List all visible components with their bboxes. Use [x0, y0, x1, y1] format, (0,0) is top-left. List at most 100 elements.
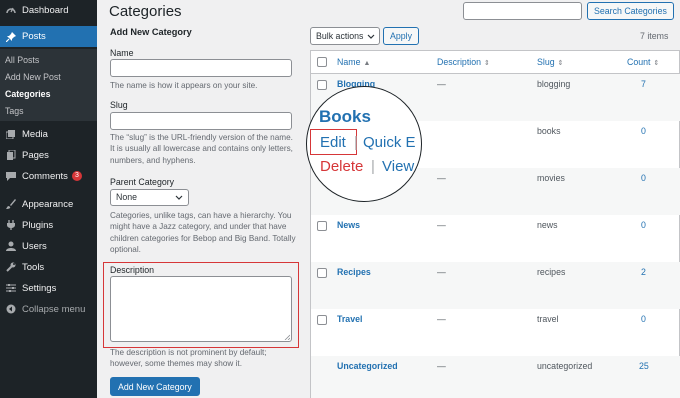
paintbrush-icon	[6, 199, 16, 209]
submenu-add-new-post[interactable]: Add New Post	[5, 72, 61, 82]
wrench-icon	[6, 262, 16, 272]
category-count-link[interactable]: 0	[641, 126, 646, 136]
zoom-magnifier: Books Edit | Quick E Delete | View	[306, 86, 422, 202]
plugin-icon	[6, 220, 16, 230]
parent-category-select[interactable]: None	[110, 189, 189, 206]
category-slug: books	[537, 126, 561, 136]
category-name-link[interactable]: News	[337, 220, 360, 230]
column-description-label: Description	[437, 57, 482, 67]
slug-input[interactable]	[110, 112, 292, 130]
search-categories-button[interactable]: Search Categories	[587, 2, 674, 20]
quick-edit-link[interactable]: Quick E	[363, 134, 416, 151]
menu-appearance-label: Appearance	[22, 198, 74, 210]
name-label: Name	[110, 48, 134, 58]
slug-label: Slug	[110, 100, 128, 110]
menu-users[interactable]: Users	[0, 236, 97, 256]
menu-plugins-label: Plugins	[22, 219, 54, 231]
magnified-category-name[interactable]: Books	[319, 107, 371, 127]
menu-plugins[interactable]: Plugins	[0, 215, 97, 235]
delete-link[interactable]: Delete	[320, 158, 363, 175]
description-help: The description is not prominent by defa…	[110, 348, 267, 369]
column-name-label: Name	[337, 57, 361, 67]
table-row: Uncategorized — uncategorized 25	[311, 356, 680, 398]
apply-button[interactable]: Apply	[383, 27, 420, 45]
parent-category-label: Parent Category	[110, 177, 175, 187]
name-input[interactable]	[110, 59, 292, 77]
description-label: Description	[110, 265, 155, 275]
row-checkbox[interactable]	[317, 315, 327, 325]
menu-pages-label: Pages	[22, 149, 49, 161]
media-icon	[6, 129, 16, 139]
submenu-categories[interactable]: Categories	[5, 89, 50, 99]
category-slug: uncategorized	[537, 361, 593, 371]
edit-link[interactable]: Edit	[320, 134, 346, 151]
page-title: Categories	[109, 3, 182, 20]
column-name-header[interactable]: Name ▲	[337, 57, 370, 67]
slug-help: The “slug” is the URL-friendly version o…	[110, 133, 293, 165]
category-count-link[interactable]: 25	[639, 361, 649, 371]
submenu-all-posts[interactable]: All Posts	[5, 55, 39, 65]
admin-sidebar: Dashboard Posts All Posts Add New Post C…	[0, 0, 97, 398]
settings-icon	[6, 283, 16, 293]
category-count-link[interactable]: 0	[641, 314, 646, 324]
category-description: —	[437, 267, 446, 277]
row-checkbox[interactable]	[317, 268, 327, 278]
menu-pages[interactable]: Pages	[0, 145, 97, 165]
submenu-tags[interactable]: Tags	[5, 106, 24, 116]
parent-category-help: Categories, unlike tags, can have a hier…	[110, 211, 296, 254]
table-row: Recipes — recipes 2	[311, 262, 680, 309]
category-name-link[interactable]: Recipes	[337, 267, 371, 277]
name-help: The name is how it appears on your site.	[110, 81, 258, 90]
bulk-actions-select[interactable]: Bulk actions	[310, 27, 380, 45]
column-count-header[interactable]: Count ⇕	[627, 57, 659, 67]
menu-comments[interactable]: Comments 3	[0, 166, 97, 186]
category-description: —	[437, 314, 446, 324]
description-textarea[interactable]	[110, 276, 292, 342]
row-checkbox[interactable]	[317, 80, 327, 90]
select-all-checkbox[interactable]	[317, 57, 327, 67]
menu-appearance[interactable]: Appearance	[0, 194, 97, 214]
view-link[interactable]: View	[382, 158, 414, 175]
menu-settings[interactable]: Settings	[0, 278, 97, 298]
menu-tools[interactable]: Tools	[0, 257, 97, 277]
category-slug: movies	[537, 173, 565, 183]
column-description-header[interactable]: Description ⇕	[437, 57, 490, 67]
dashboard-icon	[6, 5, 16, 15]
row-checkbox[interactable]	[317, 221, 327, 231]
category-count-link[interactable]: 0	[641, 220, 646, 230]
action-separator: |	[371, 158, 375, 175]
menu-media-label: Media	[22, 128, 48, 140]
column-slug-header[interactable]: Slug ⇕	[537, 57, 563, 67]
table-row: News — news 0	[311, 215, 680, 262]
menu-settings-label: Settings	[22, 282, 57, 294]
search-categories-input[interactable]	[463, 2, 582, 20]
collapse-menu[interactable]: Collapse menu	[0, 299, 97, 319]
menu-tools-label: Tools	[22, 261, 45, 273]
category-name-link[interactable]: Travel	[337, 314, 362, 324]
category-slug: recipes	[537, 267, 566, 277]
comments-count-badge: 3	[71, 171, 82, 181]
sort-icon: ▲	[363, 60, 371, 67]
menu-dashboard-label: Dashboard	[22, 4, 69, 16]
column-count-label: Count	[627, 57, 651, 67]
comment-icon	[6, 171, 16, 181]
resize-handle-icon[interactable]	[284, 334, 290, 340]
menu-posts-label: Posts	[22, 31, 46, 42]
category-count-link[interactable]: 2	[641, 267, 646, 277]
user-icon	[6, 241, 16, 251]
category-count-link[interactable]: 7	[641, 79, 646, 89]
item-count: 7 items	[640, 31, 669, 41]
category-name-link[interactable]: Uncategorized	[337, 361, 398, 371]
category-count-link[interactable]: 0	[641, 173, 646, 183]
menu-media[interactable]: Media	[0, 124, 97, 144]
action-separator: |	[354, 134, 358, 151]
menu-dashboard[interactable]: Dashboard	[0, 0, 97, 20]
menu-posts[interactable]: Posts	[0, 26, 97, 47]
category-slug: travel	[537, 314, 559, 324]
menu-comments-label: Comments	[22, 170, 68, 182]
add-new-category-button[interactable]: Add New Category	[110, 377, 200, 396]
category-description: —	[437, 361, 446, 371]
category-description: —	[437, 79, 446, 89]
table-row: Travel — travel 0	[311, 309, 680, 356]
pages-icon	[6, 150, 16, 160]
